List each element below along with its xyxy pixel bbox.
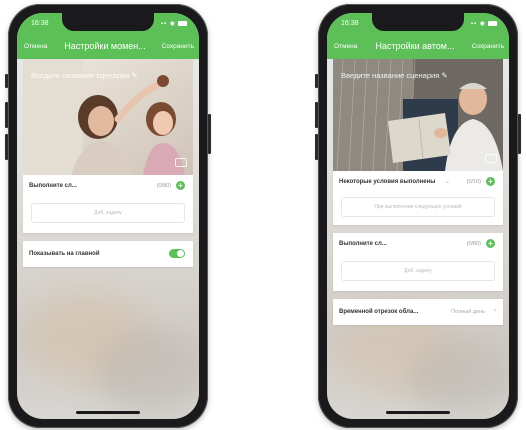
page-title: Настройки автом... [375,41,455,51]
actions-count: (0/80) [466,241,481,247]
camera-icon[interactable] [485,154,497,163]
actions-label: Выполните сл... [339,241,387,247]
power-button [208,114,211,154]
show-on-home-toggle[interactable] [169,249,185,258]
power-button [518,114,521,154]
home-toggle-label: Показывать на главной [29,251,100,257]
battery-icon [488,20,497,26]
home-indicator [76,411,140,414]
time-window-card[interactable]: Временной отрезок обла... Полный день › [333,299,503,325]
time-window-label: Временной отрезок обла... [339,309,419,315]
conditions-card: Некоторые условия выполнены ⌄ (0/10) + П… [333,171,503,225]
mute-switch [5,74,8,88]
status-icons: ▪▪ ◉ [161,20,187,27]
add-condition-button[interactable]: + [486,177,495,186]
add-action-button[interactable]: + [486,239,495,248]
phone-left: 16:38 ▪▪ ◉ Отмена Настройки момен... Сох… [5,4,211,428]
add-task-placeholder[interactable]: Доб. задачу [31,203,185,223]
chevron-down-icon[interactable]: ⌄ [445,178,450,185]
notch [62,13,154,31]
time-window-value: Полный день [451,309,485,315]
screen: 16:38 ▪▪ ◉ Отмена Настройки момен... Сох… [17,13,199,419]
nav-bar: Отмена Настройки автом... Сохранить [327,35,509,59]
status-icons: ▪▪ ◉ [471,20,497,27]
home-indicator [386,411,450,414]
scene-cover-image[interactable]: Введите название сценария ✎ [23,59,193,175]
actions-card: Выполните сл... (0/80) + Доб. задачу [333,233,503,291]
nav-bar: Отмена Настройки момен... Сохранить [17,35,199,59]
save-button[interactable]: Сохранить [162,43,194,50]
save-button[interactable]: Сохранить [472,43,504,50]
mute-switch [315,74,318,88]
actions-card: Выполните сл... (0/80) + Доб. задачу [23,175,193,233]
status-time: 16:38 [341,20,359,27]
add-condition-placeholder[interactable]: При выполнении следующих условий [341,197,495,217]
scene-name-input[interactable]: Введите название сценария ✎ [31,71,138,80]
conditions-label[interactable]: Некоторые условия выполнены [339,179,435,185]
scene-name-input[interactable]: Введите название сценария ✎ [341,71,448,80]
phone-right: 16:38 ▪▪ ◉ Отмена Настройки автом... Сох… [315,4,521,428]
add-action-button[interactable]: + [176,181,185,190]
page-title: Настройки момен... [64,41,146,51]
add-task-placeholder[interactable]: Доб. задачу [341,261,495,281]
volume-up-button [315,102,318,128]
screen: 16:38 ▪▪ ◉ Отмена Настройки автом... Сох… [327,13,509,419]
cancel-button[interactable]: Отмена [334,43,357,50]
home-toggle-card: Показывать на главной [23,241,193,267]
notch [372,13,464,31]
scene-cover-image[interactable]: Введите название сценария ✎ [333,59,503,171]
conditions-count: (0/10) [466,179,481,185]
volume-down-button [315,134,318,160]
volume-up-button [5,102,8,128]
actions-count: (0/80) [156,183,171,189]
chevron-right-icon: › [494,308,496,314]
status-time: 16:38 [31,20,49,27]
cancel-button[interactable]: Отмена [24,43,47,50]
actions-label: Выполните сл... [29,183,77,189]
battery-icon [178,20,187,26]
camera-icon[interactable] [175,158,187,167]
volume-down-button [5,134,8,160]
